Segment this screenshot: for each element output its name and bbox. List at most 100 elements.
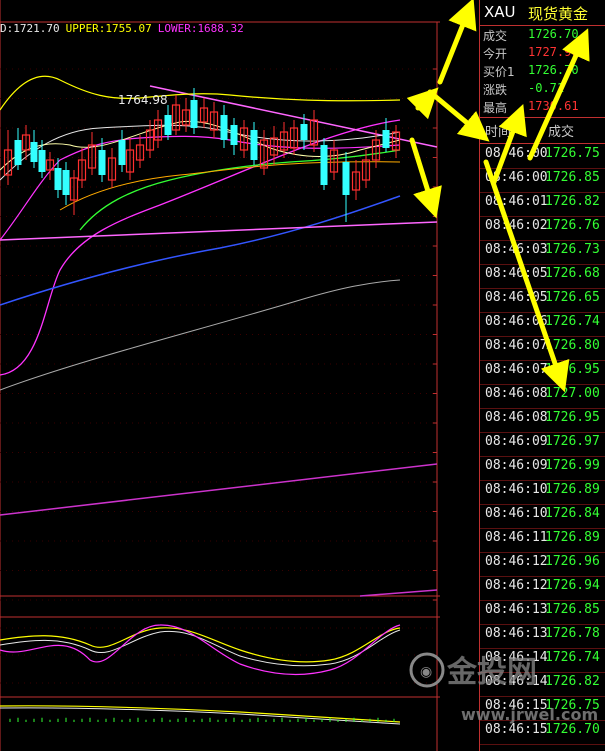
tick-row: 08:46:03 1726.73 [480,242,605,262]
tick-time: 08:46:10 [485,482,548,497]
high-price-annotation: 1764.98 [118,93,168,107]
tick-row: 08:46:07 1726.80 [480,338,605,358]
quote-row: 成交 1726.70 [480,27,605,47]
tick-row-divider [480,720,605,721]
tick-price: 1726.74 [545,314,600,329]
quote-value: -0.71 [528,81,565,95]
tick-price: 1726.80 [545,338,600,353]
support-trendline [0,221,438,241]
tick-time: 08:46:02 [485,218,548,233]
tick-time: 08:46:12 [485,578,548,593]
tick-time: 08:46:05 [485,266,548,281]
tick-time: 08:46:15 [485,698,548,713]
tick-row: 08:46:08 1726.95 [480,410,605,430]
candlestick-chart[interactable]: 1780176017401720170016801660164016201600… [0,0,440,751]
candle-body [320,145,328,185]
tick-row-divider [480,576,605,577]
quote-value: 1726.70 [528,27,579,41]
tick-time: 08:46:08 [485,386,548,401]
tick-time: 08:46:08 [485,410,548,425]
tick-row-divider [480,288,605,289]
tick-time: 08:46:13 [485,602,548,617]
lower-trendline [0,463,438,516]
tick-price: 1726.68 [545,266,600,281]
tick-price: 1726.82 [545,674,600,689]
tick-row: 08:46:11 1726.89 [480,530,605,550]
quote-header: XAU 现货黄金 [480,3,605,25]
tick-row: 08:46:10 1726.84 [480,506,605,526]
tick-time: 08:46:07 [485,362,548,377]
tick-price: 1726.84 [545,506,600,521]
tick-price: 1726.95 [545,362,600,377]
tick-row-divider [480,672,605,673]
tick-row: 08:46:10 1726.89 [480,482,605,502]
tick-row: 08:46:13 1726.85 [480,602,605,622]
quote-label: 买价1 [483,65,515,79]
candle-body [164,115,172,135]
tick-price: 1726.65 [545,290,600,305]
bottom-trendline [359,589,438,597]
tick-time: 08:46:14 [485,650,548,665]
candle-body [230,125,238,145]
tick-row-divider [480,264,605,265]
tick-time: 08:46:07 [485,338,548,353]
indicator-upper: UPPER:1755.07 [65,22,152,35]
tick-row-divider [480,744,605,745]
candle-body [62,170,70,195]
tick-row-divider [480,504,605,505]
tick-time: 08:46:06 [485,314,548,329]
tick-row-divider [480,384,605,385]
tick-price: 1726.97 [545,434,600,449]
tick-price: 1726.76 [545,218,600,233]
quote-label: 成交 [483,29,508,43]
candle-body [14,140,22,165]
ticks-header: 时间 成交 [480,119,605,141]
tick-row-divider [480,360,605,361]
ma-blue-line [0,195,401,306]
tick-time: 08:46:09 [485,434,548,449]
candle-body [98,150,106,175]
header-divider [480,25,605,26]
tick-row: 08:46:12 1726.96 [480,554,605,574]
candle-body [190,100,198,128]
tick-row-divider [480,312,605,313]
tick-price: 1726.94 [545,578,600,593]
tick-row: 08:46:07 1726.95 [480,362,605,382]
osc-j-line [0,624,401,676]
tick-row: 08:46:09 1726.99 [480,458,605,478]
tick-price: 1726.96 [545,554,600,569]
quote-row: 最高 1730.61 [480,99,605,119]
quote-row: 涨跌 -0.71 [480,81,605,101]
tick-row: 08:46:05 1726.65 [480,290,605,310]
quote-value: 1730.61 [528,99,579,113]
tick-row: 08:46:08 1727.00 [480,386,605,406]
tick-row-divider [480,192,605,193]
tick-time: 08:46:01 [485,194,548,209]
candle-body [30,142,38,162]
tick-row-divider [480,552,605,553]
tick-row-divider [480,408,605,409]
tick-row: 08:46:15 1726.75 [480,698,605,718]
tick-time: 08:46:10 [485,506,548,521]
quote-label: 涨跌 [483,83,508,97]
tick-row: 08:46:01 1726.82 [480,194,605,214]
arrow-up-2 [437,0,477,85]
candle-body [118,140,126,165]
ticks-header-time: 时间 [485,125,512,140]
osc-d-line [0,629,401,667]
tick-time: 08:46:09 [485,458,548,473]
tick-time: 08:46:00 [485,146,548,161]
tick-price: 1726.78 [545,626,600,641]
tick-row-divider [480,432,605,433]
tick-price: 1727.00 [545,386,600,401]
tick-price: 1726.75 [545,698,600,713]
tick-row: 08:46:02 1726.76 [480,218,605,238]
tick-row: 08:46:00 1726.75 [480,146,605,166]
chart-panel[interactable]: 1780176017401720170016801660164016201600… [0,0,440,751]
tick-price: 1726.89 [545,530,600,545]
quote-divider [480,117,605,118]
tick-row: 08:46:15 1726.70 [480,722,605,742]
tick-row: 08:46:14 1726.74 [480,650,605,670]
tick-row-divider [480,528,605,529]
tick-price: 1726.89 [545,482,600,497]
